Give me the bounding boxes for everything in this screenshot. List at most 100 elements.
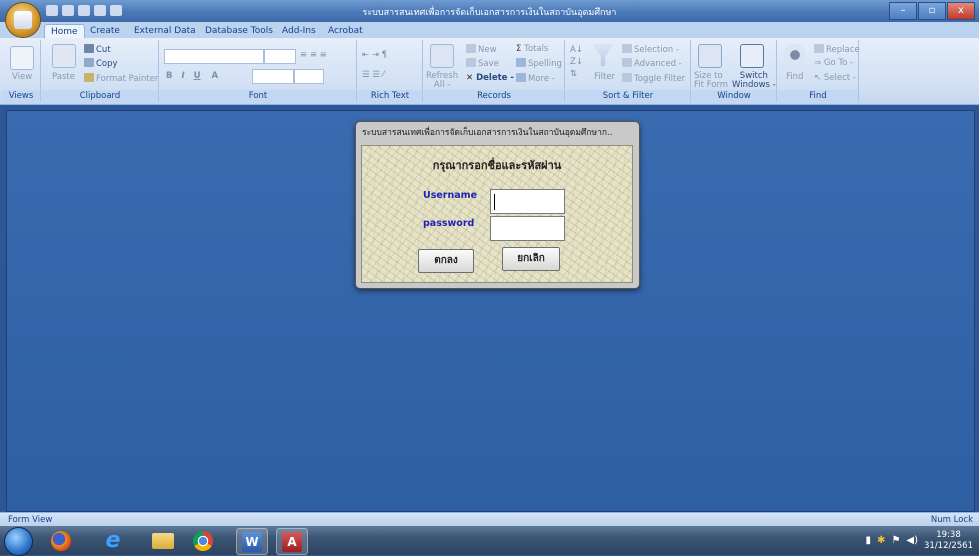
switch-windows-button[interactable]: Switch Windows - — [732, 72, 776, 90]
ok-button[interactable]: ตกลง — [418, 249, 474, 273]
filter-button[interactable]: Filter — [594, 72, 615, 82]
copy-button[interactable]: Copy — [84, 58, 118, 69]
toggle-filter-button[interactable]: Toggle Filter — [622, 73, 685, 84]
size-to-fit-button[interactable]: Size to Fit Form — [694, 72, 728, 90]
file-explorer-icon[interactable] — [148, 528, 178, 553]
username-label: Username — [423, 190, 478, 201]
firefox-icon[interactable] — [46, 528, 76, 553]
refresh-icon[interactable] — [430, 44, 454, 68]
clock-date: 31/12/2561 — [924, 540, 973, 551]
close-button[interactable]: x — [947, 2, 975, 20]
underline-button[interactable]: U — [194, 71, 201, 81]
word-icon[interactable]: W — [236, 528, 268, 555]
filter-icon[interactable] — [592, 44, 614, 66]
spelling-button[interactable]: Spelling — [516, 58, 562, 69]
more-button[interactable]: More - — [516, 73, 555, 84]
window-title: ระบบสารสนเทศเพื่อการจัดเก็บเอกสารการเงิน… — [362, 8, 617, 18]
access-icon[interactable]: A — [276, 528, 308, 555]
more-icon — [516, 73, 526, 82]
find-group: Find Replace ⇒ Go To - ↖ Select - Find — [778, 40, 860, 102]
bold-button[interactable]: B — [166, 71, 172, 81]
ribbon: View Views Paste Cut Copy Format Painter… — [0, 38, 979, 105]
taskbar: e W A ▮ ✱ ⚑ ◀) 19:38 31/12/2561 — [0, 526, 979, 556]
fill-color-button[interactable] — [252, 69, 294, 84]
save-record-button[interactable]: Save — [466, 58, 499, 69]
cancel-button[interactable]: ยกเลิก — [502, 247, 560, 271]
gridlines-button[interactable] — [294, 69, 324, 84]
maximize-button[interactable]: ▫ — [918, 2, 946, 20]
refresh-button[interactable]: Refresh All - — [426, 72, 458, 90]
font-group: ≡ ≡ ≡ B I U A Font — [160, 40, 357, 102]
switch-windows-label-2: Windows - — [732, 80, 776, 90]
chrome-icon[interactable] — [188, 528, 218, 553]
start-orb[interactable] — [4, 527, 33, 556]
paste-icon[interactable] — [52, 44, 76, 68]
italic-button[interactable]: I — [181, 71, 184, 81]
totals-button[interactable]: Σ Totals — [516, 44, 548, 54]
font-name-select[interactable] — [164, 49, 264, 64]
tab-external-data[interactable]: External Data — [128, 24, 202, 38]
arrow-right-icon: ⇒ — [814, 58, 824, 68]
delete-x-icon: ✕ — [466, 73, 477, 83]
office-button[interactable] — [6, 3, 40, 37]
tab-acrobat[interactable]: Acrobat — [322, 24, 369, 38]
find-group-label: Find — [778, 90, 858, 102]
toggle-filter-label: Toggle Filter — [634, 74, 686, 84]
copy-label: Copy — [96, 59, 118, 69]
text-caret — [494, 194, 495, 210]
size-to-fit-icon[interactable] — [698, 44, 722, 68]
selection-label: Selection - — [634, 45, 679, 55]
indent-buttons[interactable]: ⇤ ⇥ ¶ — [362, 50, 387, 60]
cut-button[interactable]: Cut — [84, 44, 111, 55]
find-button[interactable]: Find — [786, 72, 803, 82]
advanced-button[interactable]: Advanced - — [622, 58, 682, 69]
window-controls: – ▫ x — [889, 2, 975, 20]
save-label: Save — [478, 59, 499, 69]
brush-icon — [84, 73, 94, 82]
clock[interactable]: 19:38 31/12/2561 — [924, 530, 973, 552]
tab-database-tools[interactable]: Database Tools — [199, 24, 279, 38]
font-size-select[interactable] — [264, 49, 296, 64]
dialog-title[interactable]: ระบบสารสนเทศเพื่อการจัดเก็บเอกสารการเงิน… — [356, 122, 639, 144]
sigma-icon: Σ — [516, 44, 525, 54]
cut-label: Cut — [96, 45, 111, 55]
align-buttons[interactable]: ≡ ≡ ≡ — [300, 50, 327, 60]
switch-windows-icon[interactable] — [740, 44, 764, 68]
password-field[interactable] — [490, 216, 565, 241]
replace-icon — [814, 44, 824, 53]
view-icon[interactable] — [10, 46, 34, 70]
login-heading: กรุณากรอกชื่อและรหัสผ่าน — [432, 159, 562, 172]
username-field[interactable] — [490, 189, 565, 214]
tab-add-ins[interactable]: Add-Ins — [276, 24, 322, 38]
clipboard-group: Paste Cut Copy Format Painter Clipboard — [42, 40, 159, 102]
ribbon-tabs: Home Create External Data Database Tools… — [0, 22, 979, 39]
minimize-button[interactable]: – — [889, 2, 917, 20]
volume-icon[interactable]: ◀) — [906, 535, 918, 546]
paste-button[interactable]: Paste — [52, 72, 75, 82]
selection-button[interactable]: Selection - — [622, 44, 679, 55]
replace-button[interactable]: Replace — [814, 44, 860, 55]
network-icon[interactable]: ▮ — [866, 535, 872, 546]
list-buttons[interactable]: ☰ ☰ ⁄ — [362, 70, 384, 80]
window-group: Size to Fit Form Switch Windows - Window — [692, 40, 777, 102]
tab-home[interactable]: Home — [44, 24, 85, 39]
rich-text-group-label: Rich Text — [358, 90, 422, 102]
new-record-button[interactable]: New — [466, 44, 497, 55]
view-button[interactable]: View — [12, 72, 32, 82]
window-group-label: Window — [692, 90, 776, 102]
notification-icon[interactable]: ✱ — [877, 535, 885, 546]
go-to-button[interactable]: ⇒ Go To - — [814, 58, 853, 68]
flag-icon[interactable]: ⚑ — [891, 535, 900, 546]
tab-create[interactable]: Create — [84, 24, 126, 38]
totals-label: Totals — [524, 44, 549, 54]
select-button[interactable]: ↖ Select - — [814, 73, 856, 83]
views-group: View Views — [2, 40, 41, 102]
find-binoculars-icon[interactable] — [784, 44, 806, 66]
font-color-button[interactable]: A — [211, 71, 218, 81]
delete-record-button[interactable]: ✕ Delete - — [466, 73, 514, 83]
internet-explorer-icon[interactable]: e — [98, 528, 128, 553]
font-group-label: Font — [160, 90, 356, 102]
format-painter-button[interactable]: Format Painter — [84, 73, 158, 84]
sort-buttons[interactable]: A↓ Z↓ ⇅ — [570, 44, 583, 80]
advanced-label: Advanced - — [634, 59, 682, 69]
